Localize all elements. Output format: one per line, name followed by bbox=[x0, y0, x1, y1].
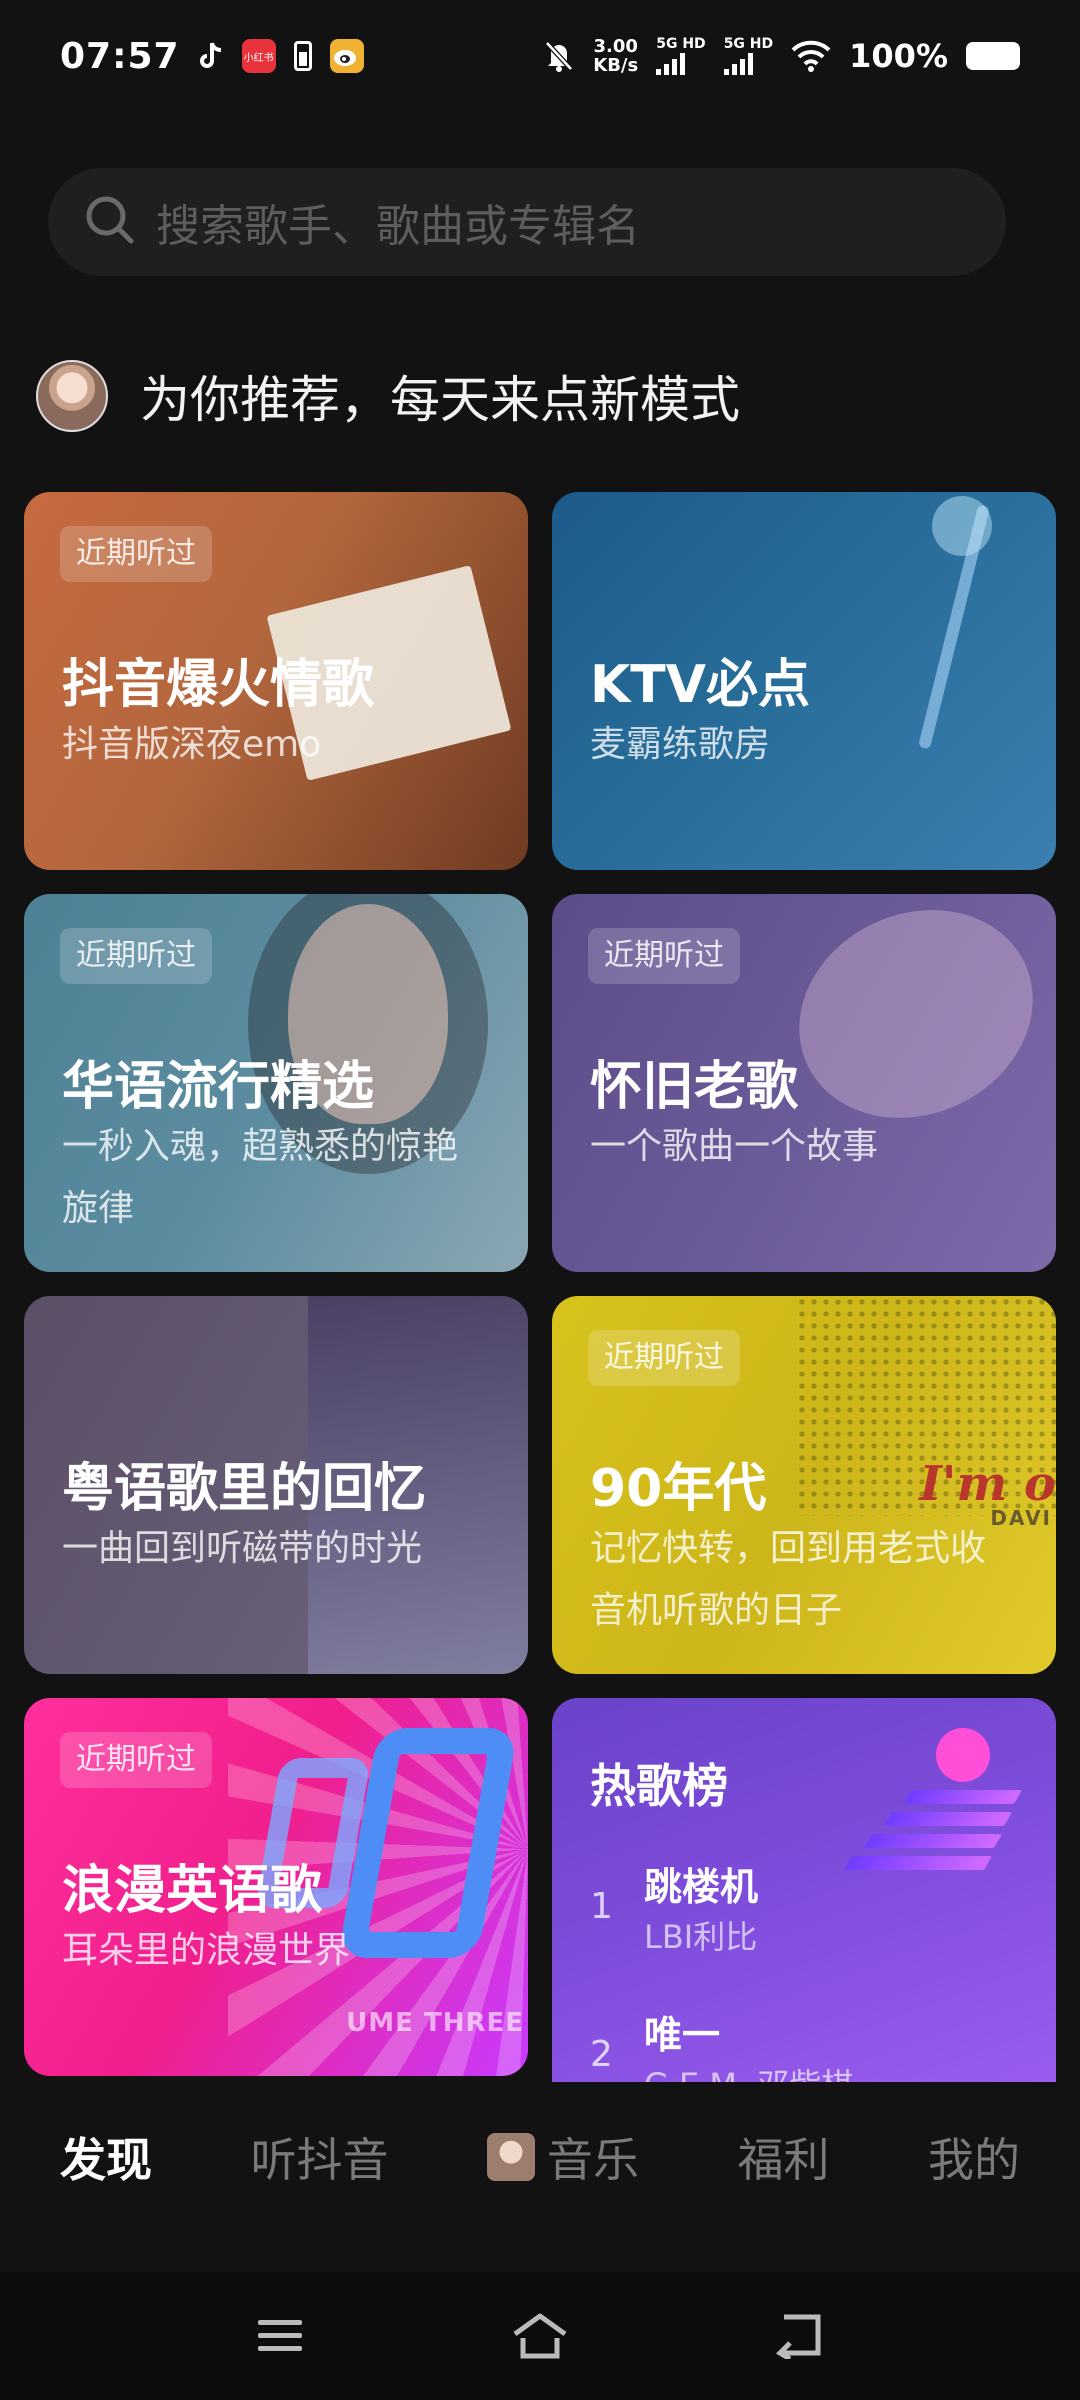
sim1-label: 5G HD bbox=[656, 36, 706, 52]
chart-song-title[interactable]: 唯一 bbox=[644, 2004, 720, 2059]
sim1-signal: 5G HD bbox=[656, 36, 706, 75]
sim2-label: 5G HD bbox=[723, 36, 774, 52]
card-subtitle: 记忆快转，回到用老式收音机听歌的日子 bbox=[590, 1528, 987, 1631]
status-bar: 07:57 小红书 3.00 KB/s 5G HD 5G HD 100% bbox=[0, 0, 1080, 112]
playlist-card-90s[interactable]: I'm o DAVI 近期听过 90年代 记忆快转，回到用老式收音机听歌的日子 bbox=[552, 1296, 1056, 1674]
recommend-header: 为你推荐，每天来点新模式 bbox=[36, 358, 740, 434]
card-subtitle: 抖音版深夜emo bbox=[62, 724, 322, 765]
card-title: 华语流行精选 bbox=[62, 1057, 375, 1117]
card-title: KTV必点 bbox=[590, 655, 811, 715]
recently-played-badge: 近期听过 bbox=[588, 928, 740, 984]
now-playing-thumbnail bbox=[487, 2133, 535, 2181]
mute-bell-icon bbox=[543, 39, 575, 73]
chart-song-artist: LBI利比 bbox=[644, 1918, 758, 1956]
tab-music[interactable]: 音乐 bbox=[487, 2124, 639, 2190]
card-subtitle: 一个歌曲一个故事 bbox=[590, 1126, 879, 1167]
card-subtitle: 一秒入魂，超熟悉的惊艳旋律 bbox=[62, 1126, 459, 1229]
card-subtitle: 麦霸练歌房 bbox=[590, 724, 771, 765]
status-left: 07:57 小红书 bbox=[60, 36, 364, 77]
artwork-lettering: UME THREE bbox=[346, 2008, 524, 2038]
net-speed: 3.00 KB/s bbox=[593, 37, 638, 75]
menu-icon[interactable] bbox=[250, 2306, 310, 2366]
recently-played-badge: 近期听过 bbox=[60, 526, 212, 582]
chart-rank: 1 bbox=[590, 1886, 613, 1927]
battery-icon bbox=[966, 42, 1020, 70]
battery-saver-icon bbox=[293, 41, 312, 71]
status-right: 3.00 KB/s 5G HD 5G HD 100% bbox=[543, 37, 1020, 75]
recommend-title: 为你推荐，每天来点新模式 bbox=[140, 371, 740, 429]
net-speed-unit: KB/s bbox=[593, 55, 639, 76]
card-title: 怀旧老歌 bbox=[590, 1057, 799, 1117]
playlist-card-cantonese[interactable]: 粤语歌里的回忆 一曲回到听磁带的时光 bbox=[24, 1296, 528, 1674]
card-subtitle: 一曲回到听磁带的时光 bbox=[62, 1528, 423, 1569]
playlist-card-douyin-love[interactable]: 近期听过 抖音爆火情歌 抖音版深夜emo bbox=[24, 492, 528, 870]
tab-music-label: 音乐 bbox=[547, 2133, 639, 2187]
sim2-signal: 5G HD bbox=[723, 36, 774, 75]
chart-song-artist: G.E.M. 邓紫棋 bbox=[644, 2060, 853, 2082]
recently-played-badge: 近期听过 bbox=[588, 1330, 740, 1386]
bottom-nav: 发现 听抖音 音乐 福利 我的 bbox=[0, 2082, 1080, 2232]
battery-percent: 100% bbox=[849, 37, 948, 75]
artwork-sun bbox=[936, 1728, 990, 1782]
hot-chart-card[interactable]: 热歌榜 1 跳楼机 LBI利比 2 唯一 G.E.M. 邓紫棋 bbox=[552, 1698, 1056, 2082]
artwork-lettering: I'm o bbox=[919, 1456, 1056, 1512]
home-icon[interactable] bbox=[510, 2306, 570, 2366]
recently-played-badge: 近期听过 bbox=[60, 928, 212, 984]
search-bar[interactable]: 搜索歌手、歌曲或专辑名 bbox=[48, 168, 1006, 276]
card-subtitle: 耳朵里的浪漫世界 bbox=[62, 1930, 351, 1971]
card-title: 90年代 bbox=[590, 1459, 767, 1519]
tab-rewards[interactable]: 福利 bbox=[738, 2124, 830, 2190]
system-nav-bar bbox=[0, 2272, 1080, 2400]
tiktok-icon bbox=[198, 41, 224, 71]
playlist-card-oldies[interactable]: 近期听过 怀旧老歌 一个歌曲一个故事 bbox=[552, 894, 1056, 1272]
card-title: 抖音爆火情歌 bbox=[62, 655, 375, 715]
chart-rank: 2 bbox=[590, 2034, 613, 2075]
weibo-icon bbox=[329, 39, 364, 73]
clock: 07:57 bbox=[60, 35, 180, 77]
back-icon[interactable] bbox=[770, 2306, 830, 2366]
tab-listen-douyin[interactable]: 听抖音 bbox=[251, 2124, 389, 2190]
artwork-stairs bbox=[838, 1790, 1023, 1870]
avatar[interactable] bbox=[36, 360, 108, 432]
playlist-card-ktv[interactable]: KTV必点 麦霸练歌房 bbox=[552, 492, 1056, 870]
recently-played-badge: 近期听过 bbox=[60, 1732, 212, 1788]
hot-chart-title: 热歌榜 bbox=[590, 1759, 728, 1813]
search-input[interactable]: 搜索歌手、歌曲或专辑名 bbox=[156, 190, 640, 254]
chart-song-title[interactable]: 跳楼机 bbox=[644, 1856, 758, 1911]
signal-bars-icon bbox=[723, 53, 753, 75]
search-icon bbox=[84, 194, 136, 250]
net-speed-value: 3.00 bbox=[593, 36, 638, 57]
card-title: 浪漫英语歌 bbox=[62, 1861, 323, 1921]
wifi-icon bbox=[791, 40, 831, 72]
tab-me[interactable]: 我的 bbox=[928, 2124, 1020, 2190]
xiaohongshu-icon: 小红书 bbox=[241, 39, 276, 73]
microphone-icon bbox=[932, 496, 992, 556]
playlist-card-english-romance[interactable]: UME THREE 近期听过 浪漫英语歌 耳朵里的浪漫世界 bbox=[24, 1698, 528, 2076]
card-title: 粤语歌里的回忆 bbox=[62, 1459, 427, 1519]
playlist-card-mandopop[interactable]: 近期听过 华语流行精选 一秒入魂，超熟悉的惊艳旋律 bbox=[24, 894, 528, 1272]
tab-discover[interactable]: 发现 bbox=[60, 2124, 152, 2190]
signal-bars-icon bbox=[656, 53, 686, 75]
